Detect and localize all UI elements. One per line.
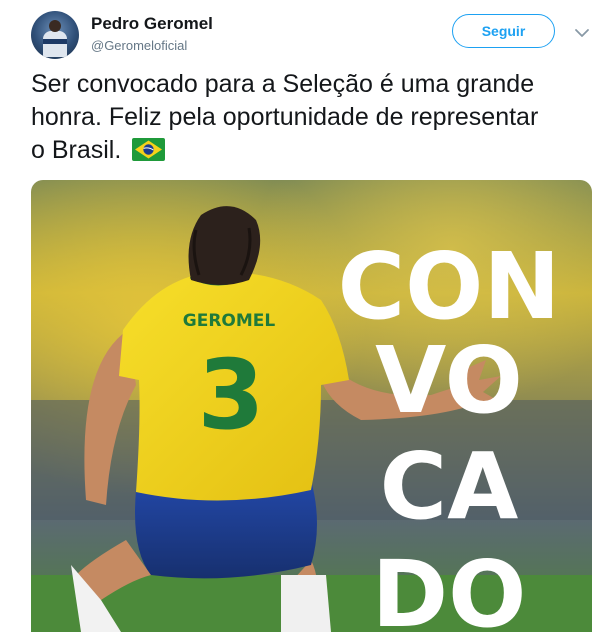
convocado-photo: GEROMEL 3 CON VO CA DO <box>31 180 592 632</box>
headline-line-2: VO <box>375 327 523 434</box>
follow-button[interactable]: Seguir <box>452 14 555 48</box>
avatar-figure-head <box>49 20 61 32</box>
tweet-text-line1: Ser convocado para a Seleção é uma grand… <box>31 70 535 98</box>
headline-line-4: DO <box>372 541 527 632</box>
avatar[interactable] <box>31 11 79 59</box>
jersey-number: 3 <box>198 339 265 451</box>
tweet-card: Pedro Geromel @Geromeloficial Seguir Ser… <box>0 0 616 632</box>
tweet-media-image[interactable]: GEROMEL 3 CON VO CA DO <box>31 180 592 632</box>
avatar-figure-stripe <box>43 39 67 44</box>
author-name[interactable]: Pedro Geromel <box>91 14 213 34</box>
tweet-text-line3: o Brasil. <box>31 136 122 164</box>
avatar-figure-body <box>43 31 67 57</box>
tweet-text-line2: honra. Feliz pela oportunidade de repres… <box>31 103 539 131</box>
author-handle[interactable]: @Geromeloficial <box>91 38 187 53</box>
headline-line-3: CA <box>380 433 519 540</box>
chevron-down-icon[interactable] <box>573 24 591 42</box>
jersey-name: GEROMEL <box>183 311 276 331</box>
headline-line-1: CON <box>338 233 561 340</box>
tweet-text: Ser convocado para a Seleção é uma grand… <box>31 68 591 167</box>
brazil-flag-icon <box>132 138 166 161</box>
